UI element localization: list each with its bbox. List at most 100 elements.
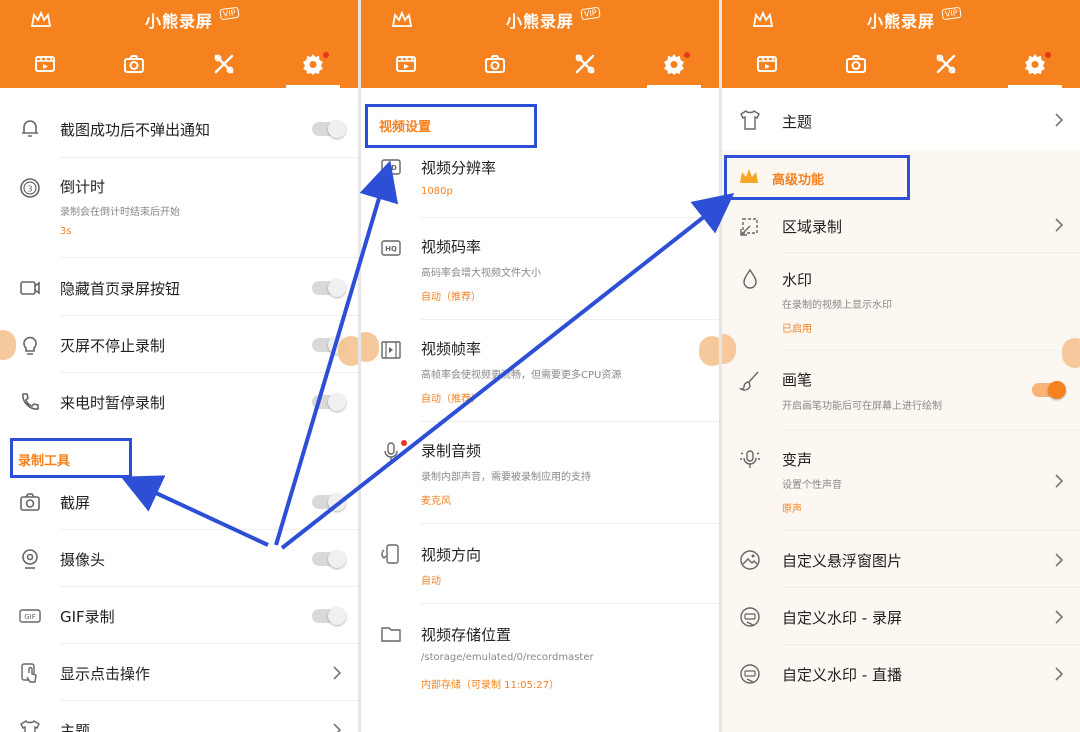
chevron-right-icon [1055, 553, 1064, 567]
tab-camera[interactable] [812, 44, 902, 84]
list-item[interactable]: 自定义悬浮窗图片 [722, 531, 1080, 588]
tab-settings[interactable] [991, 44, 1080, 88]
row-title: 变声 [782, 451, 813, 469]
tab-settings[interactable] [630, 44, 720, 88]
app-header: 小熊录屏 VIP [722, 0, 1080, 88]
svg-text:3: 3 [27, 185, 32, 194]
toggle-switch[interactable] [312, 493, 346, 511]
shirt-icon [740, 110, 760, 130]
floating-record-button[interactable] [699, 336, 719, 366]
webcam-icon [22, 549, 38, 569]
list-item[interactable]: 显示点击操作 [0, 644, 358, 701]
row-title: 视频帧率 [421, 340, 482, 358]
row-title: 视频码率 [421, 238, 482, 256]
tab-video[interactable] [722, 44, 812, 84]
row-title: 灭屏不停止录制 [60, 337, 166, 355]
svg-text:GIF: GIF [24, 613, 36, 621]
toggle-switch[interactable] [312, 607, 346, 625]
tab-settings[interactable] [269, 44, 359, 88]
gear-icon [303, 54, 324, 75]
row-title: 截图成功后不弹出通知 [60, 121, 211, 139]
list-item[interactable]: 变声 设置个性声音 原声 [722, 431, 1080, 531]
tab-camera[interactable] [90, 44, 180, 84]
list-item[interactable]: 画笔 开启画笔功能后可在屏幕上进行绘制 [722, 351, 1080, 431]
highlight-box [365, 104, 537, 148]
bulb-icon [23, 336, 37, 355]
tab-tools[interactable] [179, 44, 269, 84]
row-subtitle: 开启画笔功能后可在屏幕上进行绘制 [782, 401, 942, 412]
list-item[interactable]: 主题 [0, 701, 358, 732]
chevron-right-icon [1055, 474, 1064, 488]
list-item[interactable]: 摄像头 [0, 530, 358, 587]
tab-tools[interactable] [901, 44, 991, 84]
tab-camera[interactable] [451, 44, 541, 84]
list-item[interactable]: 视频存储位置 /storage/emulated/0/recordmaster … [361, 604, 719, 706]
tab-video[interactable] [361, 44, 451, 84]
row-value: 原声 [782, 504, 802, 515]
watermark-icon [740, 607, 760, 627]
list-item[interactable]: 视频帧率 高帧率会使视频更流畅，但需要更多CPU资源 自动（推荐） [361, 320, 719, 422]
row-subtitle: 高帧率会使视频更流畅，但需要更多CPU资源 [421, 370, 622, 381]
row-title: 视频存储位置 [421, 626, 512, 644]
toggle-switch[interactable] [312, 120, 346, 138]
row-title: GIF录制 [60, 608, 115, 626]
row-value: 内部存储（可录制 11:05:27） [421, 680, 560, 691]
list-item[interactable]: 来电时暂停录制 [0, 373, 358, 430]
row-subtitle: 录制内部声音，需要被录制应用的支持 [421, 472, 591, 483]
row-subtitle: 高码率会增大视频文件大小 [421, 268, 541, 279]
list-item[interactable]: 自定义水印 - 直播 [722, 645, 1080, 702]
voice-icon [740, 450, 760, 468]
camera-icon [846, 55, 867, 73]
tools-icon [214, 54, 234, 74]
list-item[interactable]: 主题 [722, 88, 1080, 150]
list-item[interactable]: GIF GIF录制 [0, 587, 358, 644]
bell-icon [22, 120, 38, 137]
row-value: 自动（推荐） [421, 394, 481, 405]
shirt-icon [20, 720, 40, 732]
row-value: 已启用 [782, 324, 812, 335]
tab-tools[interactable] [540, 44, 630, 84]
row-title: 来电时暂停录制 [60, 394, 166, 412]
row-value: 1080p [421, 186, 453, 197]
list-item[interactable]: 3 倒计时 录制会在倒计时结束后开始 3s [0, 158, 358, 258]
highlight-box [724, 155, 910, 200]
row-subtitle: 录制会在倒计时结束后开始 [60, 207, 180, 218]
row-title: 自定义悬浮窗图片 [782, 552, 903, 570]
list-item[interactable]: 灭屏不停止录制 [0, 316, 358, 373]
chevron-right-icon [1055, 218, 1064, 232]
row-value: 自动（推荐） [421, 292, 481, 303]
list-item[interactable]: 截屏 [0, 473, 358, 530]
row-title: 主题 [60, 722, 91, 732]
floating-record-button[interactable] [1062, 338, 1080, 368]
toggle-switch[interactable] [312, 550, 346, 568]
list-item[interactable]: HQ 视频码率 高码率会增大视频文件大小 自动（推荐） [361, 218, 719, 320]
row-title: 自定义水印 - 直播 [782, 666, 902, 684]
tools-icon [936, 54, 956, 74]
toggle-switch[interactable] [312, 393, 346, 411]
row-subtitle: 在录制的视频上显示水印 [782, 300, 892, 311]
list-item[interactable]: 视频方向 自动 [361, 524, 719, 604]
list-item[interactable]: 截图成功后不弹出通知 [0, 88, 358, 158]
chevron-right-icon [333, 723, 342, 732]
list-item[interactable]: 录制音频 录制内部声音，需要被录制应用的支持 麦克风 [361, 422, 719, 524]
toggle-switch[interactable] [312, 279, 346, 297]
notification-dot [401, 440, 407, 446]
toggle-switch[interactable] [1032, 381, 1066, 399]
list-item[interactable]: HD 视频分辨率 1080p [361, 143, 719, 218]
list-item[interactable]: 隐藏首页录屏按钮 [0, 258, 358, 316]
video-icon [395, 56, 416, 72]
timer-icon: 3 [20, 178, 40, 198]
app-title: 小熊录屏 [505, 12, 574, 31]
row-subtitle: 设置个性声音 [782, 480, 842, 491]
list-item[interactable]: 水印 在录制的视频上显示水印 已启用 [722, 253, 1080, 351]
chevron-right-icon [1055, 667, 1064, 681]
tab-video[interactable] [0, 44, 90, 84]
floating-record-button[interactable] [338, 336, 358, 366]
rotate-icon [381, 544, 399, 564]
list-item[interactable]: 区域录制 [722, 198, 1080, 253]
tab-bar [0, 44, 359, 88]
row-title: 倒计时 [60, 178, 106, 196]
list-item[interactable]: 自定义水印 - 录屏 [722, 588, 1080, 645]
row-title: 隐藏首页录屏按钮 [60, 280, 181, 298]
row-title: 显示点击操作 [60, 665, 151, 683]
